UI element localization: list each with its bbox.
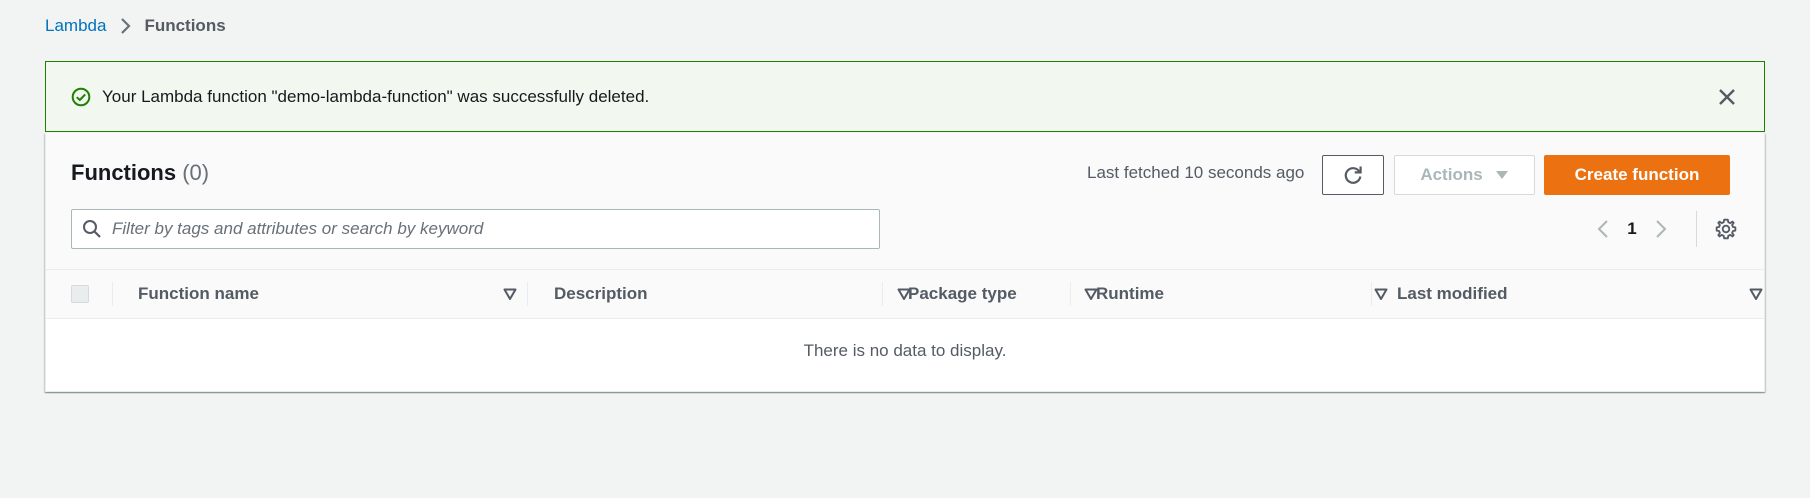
- column-header-description[interactable]: Description: [554, 270, 911, 318]
- sort-caret-icon[interactable]: [503, 287, 517, 301]
- title-text: Functions: [71, 160, 177, 185]
- function-count: (0): [182, 160, 210, 185]
- success-flash-banner: Your Lambda function "demo-lambda-functi…: [45, 61, 1765, 132]
- column-label: Package type: [908, 284, 1017, 303]
- flash-message: Your Lambda function "demo-lambda-functi…: [102, 86, 650, 106]
- column-header-function-name[interactable]: Function name: [138, 270, 517, 318]
- check-circle-icon: [71, 87, 91, 107]
- column-divider: [112, 282, 113, 306]
- chevron-right-icon: [120, 17, 132, 35]
- search-box: [71, 209, 880, 249]
- create-function-button[interactable]: Create function: [1544, 155, 1730, 195]
- gear-icon[interactable]: [1714, 217, 1738, 241]
- next-page-icon[interactable]: [1649, 213, 1673, 245]
- column-divider: [1070, 282, 1071, 306]
- search-input[interactable]: [112, 211, 872, 247]
- last-fetched-text: Last fetched 10 seconds ago: [1087, 163, 1305, 182]
- breadcrumb-lambda-link[interactable]: Lambda: [45, 16, 106, 36]
- column-label: Runtime: [1096, 284, 1164, 303]
- pagination: 1: [1591, 213, 1673, 245]
- empty-table-message: There is no data to display.: [803, 341, 1007, 360]
- column-label: Last modified: [1397, 284, 1508, 303]
- actions-label: Actions: [1420, 165, 1483, 184]
- column-divider: [1371, 282, 1372, 306]
- search-icon: [82, 219, 102, 239]
- column-header-package-type[interactable]: Package type: [908, 270, 1098, 318]
- sort-caret-icon[interactable]: [1374, 287, 1388, 301]
- column-header-runtime[interactable]: Runtime: [1096, 270, 1388, 318]
- column-divider: [882, 282, 883, 306]
- table-header: Function name Description Package type R…: [46, 270, 1764, 319]
- refresh-icon: [1342, 164, 1364, 186]
- page-title: Functions (0): [71, 160, 209, 186]
- lambda-functions-page: Lambda Functions Your Lambda function "d…: [0, 0, 1810, 498]
- column-header-last-modified[interactable]: Last modified: [1397, 270, 1763, 318]
- pagination-divider: [1696, 211, 1697, 247]
- breadcrumb: Lambda Functions: [45, 14, 226, 38]
- column-label: Function name: [138, 284, 259, 303]
- caret-down-icon: [1495, 170, 1509, 180]
- functions-panel: Functions (0) Last fetched 10 seconds ag…: [45, 133, 1765, 392]
- actions-dropdown-button[interactable]: Actions: [1394, 155, 1535, 195]
- column-divider: [527, 282, 528, 306]
- current-page-number[interactable]: 1: [1615, 219, 1649, 239]
- sort-caret-icon[interactable]: [1749, 287, 1763, 301]
- breadcrumb-current: Functions: [144, 16, 226, 35]
- close-icon[interactable]: [1716, 86, 1738, 108]
- select-all-checkbox[interactable]: [71, 285, 89, 303]
- refresh-button[interactable]: [1322, 155, 1384, 195]
- previous-page-icon[interactable]: [1591, 213, 1615, 245]
- column-label: Description: [554, 284, 648, 303]
- panel-header: Functions (0) Last fetched 10 seconds ag…: [46, 133, 1764, 270]
